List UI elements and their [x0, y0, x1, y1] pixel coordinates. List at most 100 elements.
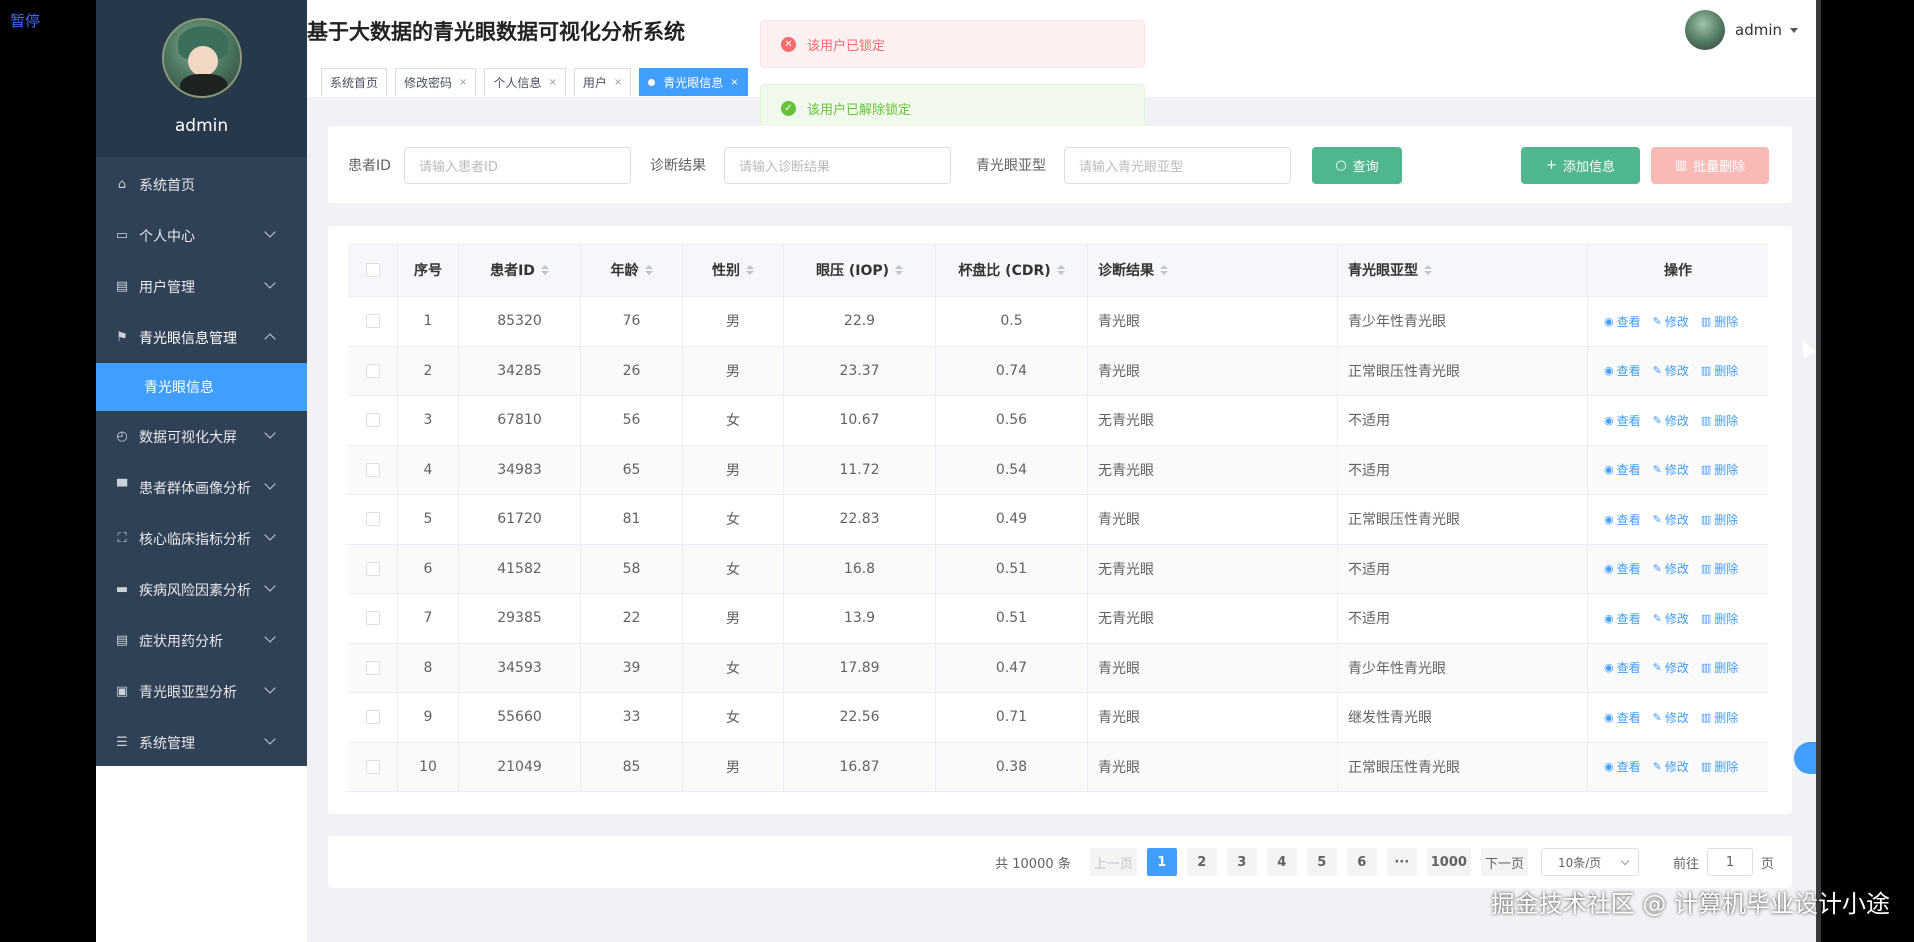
diagnosis-input[interactable]: 请输入诊断结果	[724, 147, 951, 184]
scrollbar[interactable]	[1816, 0, 1821, 942]
table-row[interactable]: 7 29385 22 男 13.9 0.51 无青光眼 不适用 ◉ 查看 ✎ 修改 ▥ 删除	[348, 594, 1768, 644]
header-diagnosis[interactable]: 诊断结果	[1088, 243, 1338, 296]
sidebar-item-8[interactable]: ▬ 疾病风险因素分析	[96, 564, 307, 615]
sidebar-item-4[interactable]: ⚑ 青光眼信息管理	[96, 312, 307, 363]
table-row[interactable]: 10 21049 85 男 16.87 0.38 青光眼 正常眼压性青光眼 ◉ 查看 ✎ 修改 ▥ 删除	[348, 742, 1768, 792]
page-button[interactable]: 2	[1186, 848, 1217, 876]
close-icon[interactable]: ×	[459, 77, 467, 88]
view-button[interactable]: ◉ 查看	[1604, 511, 1641, 528]
edit-button[interactable]: ✎ 修改	[1653, 758, 1689, 775]
header-subtype[interactable]: 青光眼亚型	[1338, 243, 1588, 296]
table-row[interactable]: 5 61720 81 女 22.83 0.49 青光眼 正常眼压性青光眼 ◉ 查看 ✎ 修改 ▥ 删除	[348, 495, 1768, 545]
submenu-item-glaucoma-info[interactable]: 青光眼信息	[96, 363, 307, 411]
page-button[interactable]: 1	[1146, 848, 1177, 876]
close-icon[interactable]: ×	[730, 77, 738, 88]
row-select[interactable]	[348, 742, 398, 791]
header-age[interactable]: 年龄	[581, 243, 683, 296]
header-gender[interactable]: 性别	[683, 243, 784, 296]
sidebar-item-6[interactable]: ▀ 患者群体画像分析	[96, 462, 307, 513]
query-button[interactable]: ○ 查询	[1312, 147, 1402, 184]
row-checkbox[interactable]	[365, 611, 380, 626]
view-button[interactable]: ◉ 查看	[1604, 362, 1641, 379]
view-button[interactable]: ◉ 查看	[1604, 659, 1641, 676]
edit-button[interactable]: ✎ 修改	[1653, 313, 1689, 330]
caret-down-icon[interactable]	[1790, 27, 1798, 33]
edit-button[interactable]: ✎ 修改	[1653, 560, 1689, 577]
delete-button[interactable]: ▥ 删除	[1701, 560, 1738, 577]
table-row[interactable]: 6 41582 58 女 16.8 0.51 无青光眼 不适用 ◉ 查看 ✎ 修改 ▥ 删除	[348, 544, 1768, 594]
prev-page-button[interactable]: 上一页	[1089, 848, 1137, 876]
user-name[interactable]: admin	[1735, 21, 1782, 39]
view-button[interactable]: ◉ 查看	[1604, 313, 1641, 330]
sidebar-item-11[interactable]: ☰ 系统管理	[96, 717, 307, 768]
row-select[interactable]	[348, 396, 398, 445]
tab-4[interactable]: 用户 ×	[573, 68, 632, 96]
page-button[interactable]: ···	[1386, 848, 1417, 876]
table-row[interactable]: 1 85320 76 男 22.9 0.5 青光眼 青少年性青光眼 ◉ 查看 ✎ 修改 ▥ 删除	[348, 297, 1768, 347]
table-row[interactable]: 3 67810 56 女 10.67 0.56 无青光眼 不适用 ◉ 查看 ✎ 修改 ▥ 删除	[348, 396, 1768, 446]
batch-delete-button[interactable]: ▥ 批量删除	[1651, 147, 1769, 184]
edit-button[interactable]: ✎ 修改	[1653, 461, 1689, 478]
tab-1[interactable]: 系统首页	[321, 68, 388, 96]
row-checkbox[interactable]	[365, 759, 380, 774]
sidebar-item-7[interactable]: ⛶ 核心临床指标分析	[96, 513, 307, 564]
row-select[interactable]	[348, 445, 398, 494]
expand-handle[interactable]	[1794, 742, 1816, 774]
page-button[interactable]: 6	[1346, 848, 1377, 876]
delete-button[interactable]: ▥ 删除	[1701, 758, 1738, 775]
row-checkbox[interactable]	[365, 413, 380, 428]
edit-button[interactable]: ✎ 修改	[1653, 709, 1689, 726]
table-row[interactable]: 2 34285 26 男 23.37 0.74 青光眼 正常眼压性青光眼 ◉ 查看 ✎ 修改 ▥ 删除	[348, 346, 1768, 396]
user-dropdown[interactable]: admin	[1685, 10, 1798, 50]
sidebar-item-3[interactable]: ▤ 用户管理	[96, 261, 307, 312]
close-icon[interactable]: ×	[614, 77, 622, 88]
row-checkbox[interactable]	[365, 710, 380, 725]
header-patient-id[interactable]: 患者ID	[459, 243, 581, 296]
header-iop[interactable]: 眼压 (IOP)	[784, 243, 936, 296]
delete-button[interactable]: ▥ 删除	[1701, 610, 1738, 627]
sidebar-item-9[interactable]: ▤ 症状用药分析	[96, 615, 307, 666]
view-button[interactable]: ◉ 查看	[1604, 758, 1641, 775]
delete-button[interactable]: ▥ 删除	[1701, 709, 1738, 726]
edit-button[interactable]: ✎ 修改	[1653, 610, 1689, 627]
view-button[interactable]: ◉ 查看	[1604, 610, 1641, 627]
next-page-button[interactable]: 下一页	[1480, 848, 1528, 876]
delete-button[interactable]: ▥ 删除	[1701, 412, 1738, 429]
row-checkbox[interactable]	[365, 462, 380, 477]
row-checkbox[interactable]	[365, 660, 380, 675]
delete-button[interactable]: ▥ 删除	[1701, 511, 1738, 528]
edit-button[interactable]: ✎ 修改	[1653, 659, 1689, 676]
sidebar-item-1[interactable]: ⌂ 系统首页	[96, 159, 307, 210]
row-select[interactable]	[348, 643, 398, 692]
page-button[interactable]: 3	[1226, 848, 1257, 876]
delete-button[interactable]: ▥ 删除	[1701, 461, 1738, 478]
patient-id-input[interactable]: 请输入患者ID	[404, 147, 631, 184]
row-select[interactable]	[348, 594, 398, 643]
header-cdr[interactable]: 杯盘比 (CDR)	[936, 243, 1088, 296]
edit-button[interactable]: ✎ 修改	[1653, 412, 1689, 429]
tab-5[interactable]: 青光眼信息 ×	[639, 68, 748, 96]
row-select[interactable]	[348, 544, 398, 593]
delete-button[interactable]: ▥ 删除	[1701, 362, 1738, 379]
view-button[interactable]: ◉ 查看	[1604, 412, 1641, 429]
delete-button[interactable]: ▥ 删除	[1701, 313, 1738, 330]
sidebar-item-10[interactable]: ▣ 青光眼亚型分析	[96, 666, 307, 717]
header-select-all[interactable]	[348, 243, 398, 296]
row-select[interactable]	[348, 495, 398, 544]
row-checkbox[interactable]	[365, 561, 380, 576]
page-button[interactable]: 4	[1266, 848, 1297, 876]
user-avatar[interactable]	[1685, 10, 1725, 50]
tab-3[interactable]: 个人信息 ×	[484, 68, 566, 96]
edit-button[interactable]: ✎ 修改	[1653, 511, 1689, 528]
video-pause-label[interactable]: 暂停	[10, 10, 40, 31]
select-all-checkbox[interactable]	[365, 262, 380, 277]
row-select[interactable]	[348, 297, 398, 346]
row-checkbox[interactable]	[365, 363, 380, 378]
subtype-input[interactable]: 请输入青光眼亚型	[1064, 147, 1291, 184]
tab-2[interactable]: 修改密码 ×	[395, 68, 477, 96]
sidebar-item-2[interactable]: ▭ 个人中心	[96, 210, 307, 261]
table-row[interactable]: 4 34983 65 男 11.72 0.54 无青光眼 不适用 ◉ 查看 ✎ 修改 ▥ 删除	[348, 445, 1768, 495]
delete-button[interactable]: ▥ 删除	[1701, 659, 1738, 676]
row-select[interactable]	[348, 346, 398, 395]
page-button[interactable]: 5	[1306, 848, 1337, 876]
